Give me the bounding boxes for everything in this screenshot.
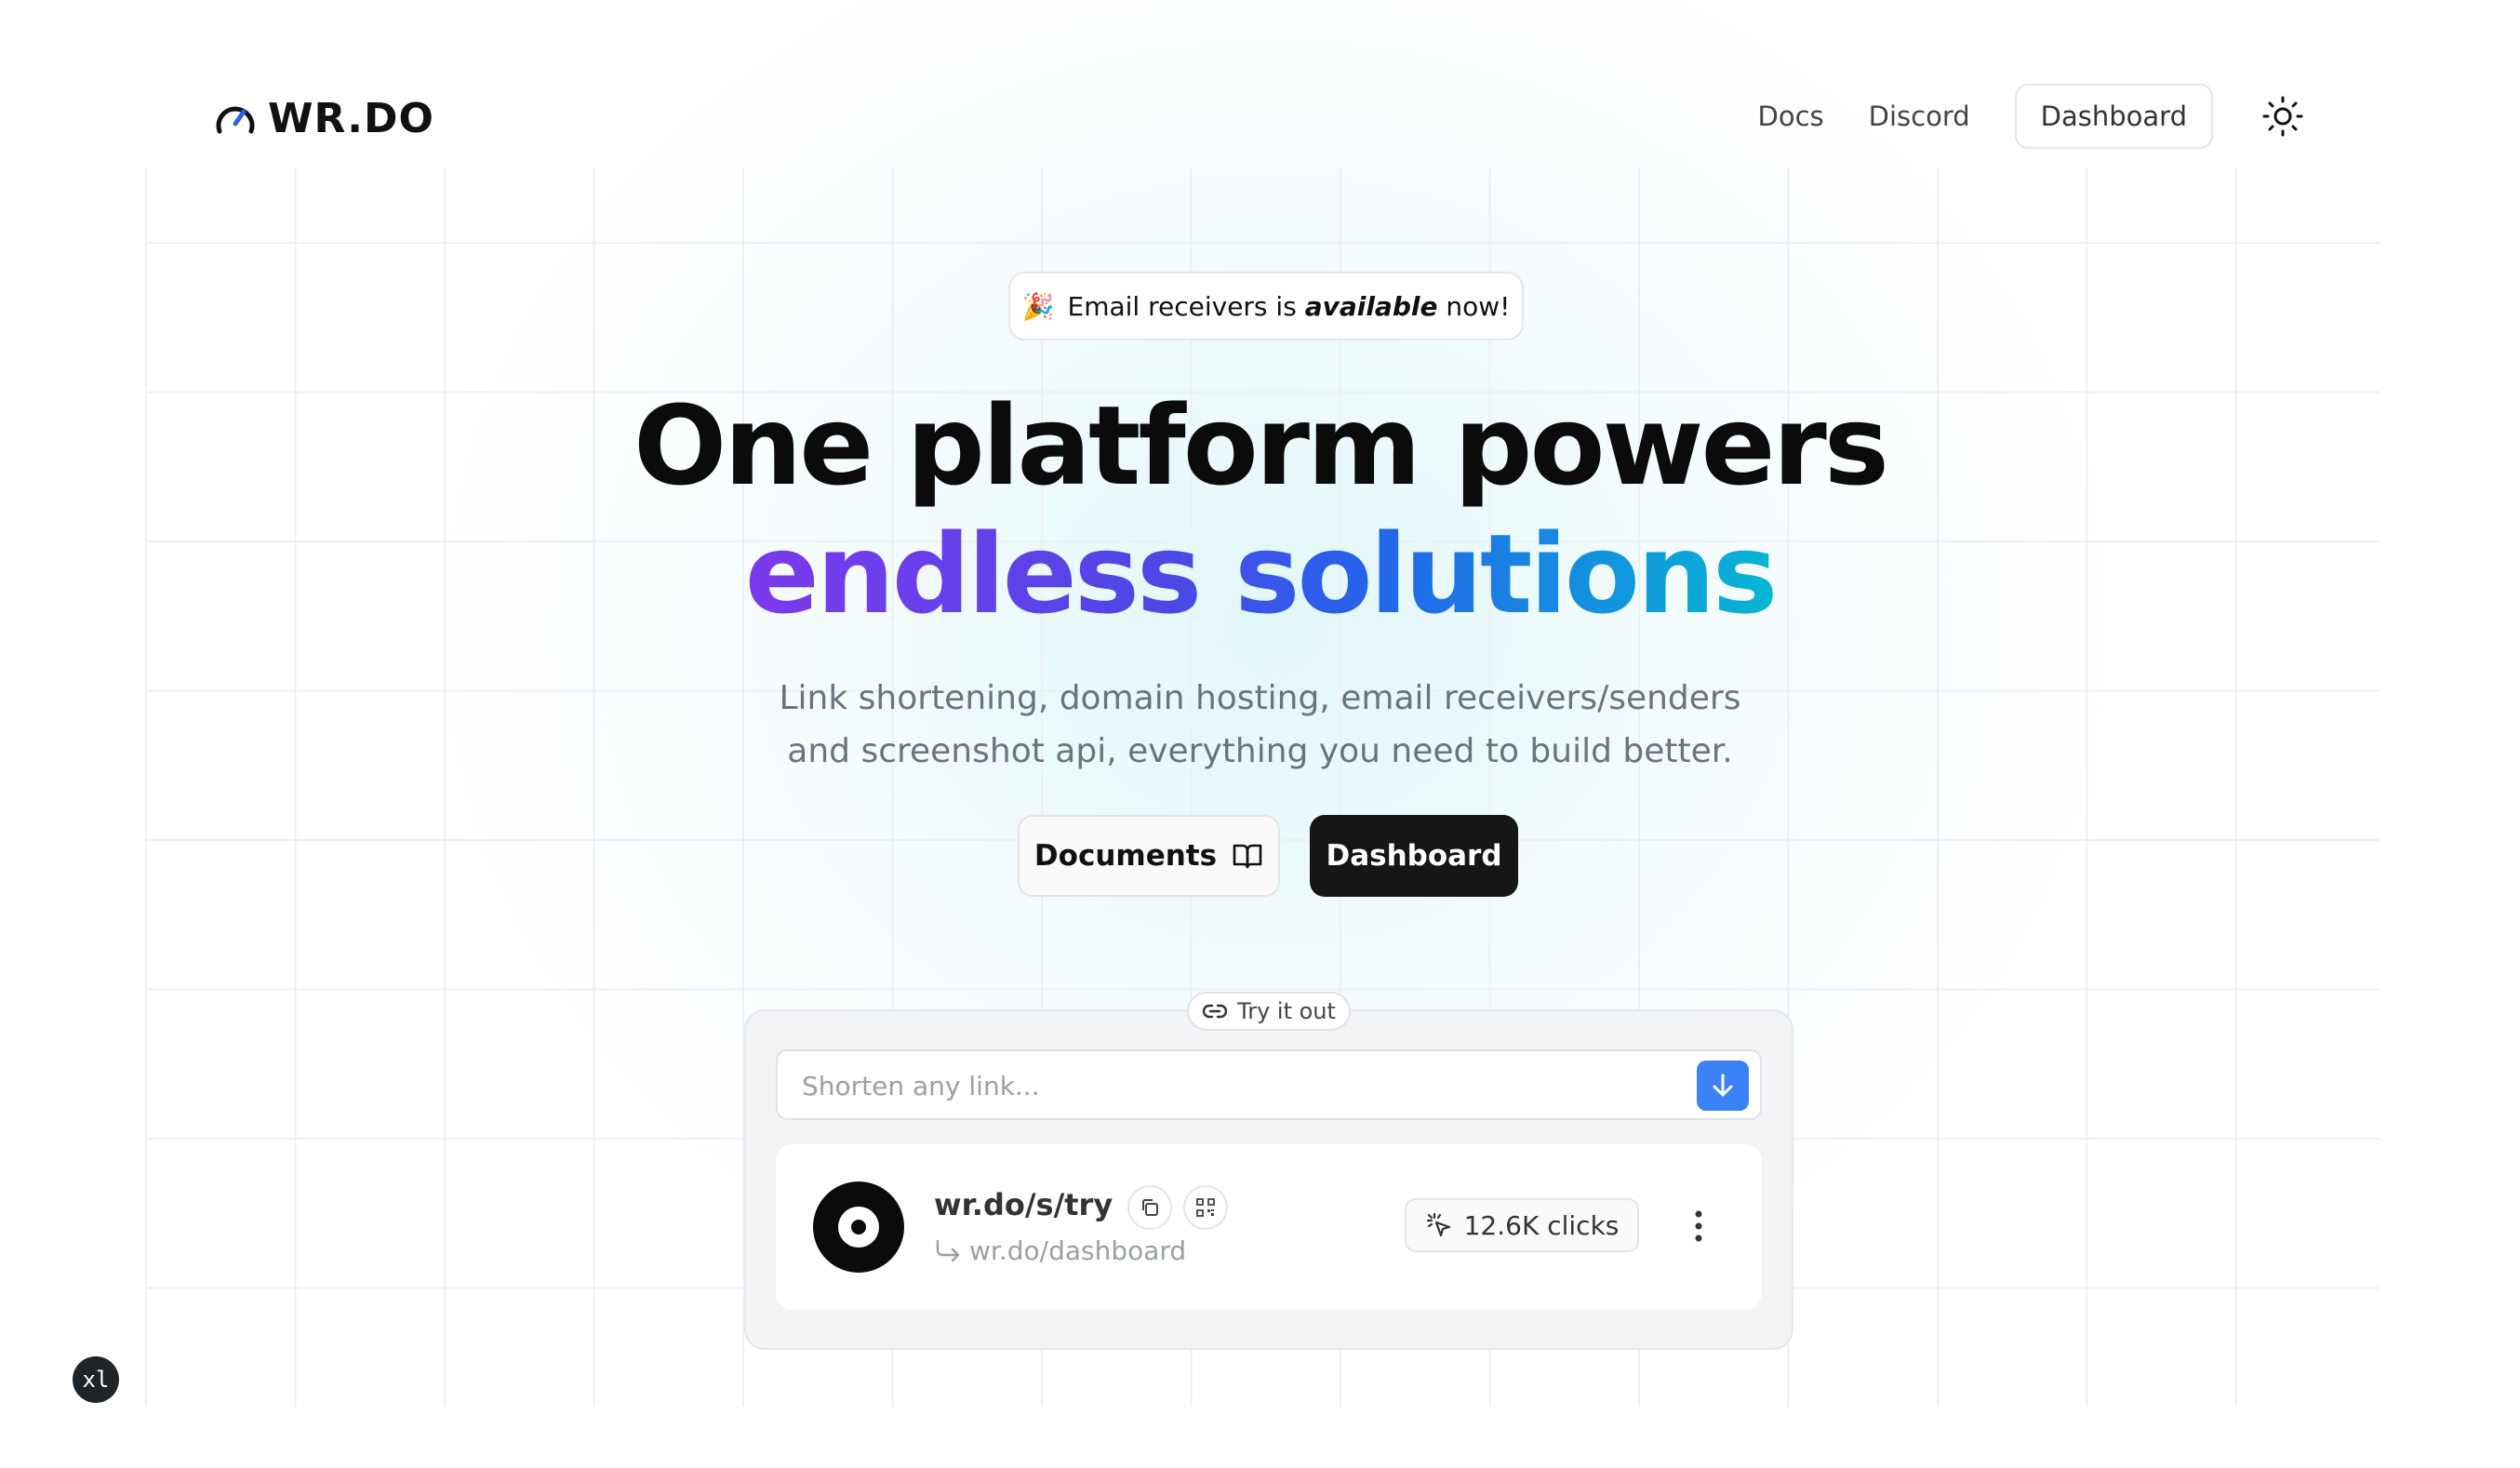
documents-button[interactable]: Documents <box>1018 815 1280 897</box>
breakpoint-indicator-badge: xl <box>73 1356 119 1403</box>
arrow-down-icon <box>1713 1074 1733 1097</box>
announcement-badge[interactable]: 🎉 Email receivers is available now! <box>1008 272 1524 340</box>
copy-button[interactable] <box>1127 1185 1172 1230</box>
shorten-link-field[interactable] <box>776 1049 1762 1120</box>
party-popper-icon: 🎉 <box>1021 290 1055 322</box>
qr-code-button[interactable] <box>1183 1185 1228 1230</box>
short-url-link[interactable]: wr.do/s/try <box>934 1187 1113 1222</box>
copy-icon <box>1142 1199 1158 1216</box>
hero-subtitle: Link shortening, domain hosting, email r… <box>779 679 1741 770</box>
more-options-button[interactable] <box>1680 1204 1717 1248</box>
more-vertical-icon <box>1695 1210 1702 1242</box>
click-count-badge[interactable]: 12.6K clicks <box>1405 1198 1639 1252</box>
top-nav: Docs Discord Dashboard <box>1758 84 2213 149</box>
sun-icon <box>2262 96 2303 137</box>
try-it-out-badge: Try it out <box>1187 992 1351 1031</box>
speedometer-icon <box>216 106 255 133</box>
announcement-text: Email receivers is available now! <box>1067 290 1511 322</box>
qr-code-icon <box>1196 1198 1215 1217</box>
brand-logo[interactable]: WR.DO <box>214 95 434 142</box>
dashboard-button[interactable]: Dashboard <box>1310 815 1518 897</box>
corner-down-right-icon <box>936 1239 960 1261</box>
link-icon <box>1202 1004 1228 1019</box>
shorten-submit-button[interactable] <box>1697 1061 1749 1111</box>
nav-dashboard-button[interactable]: Dashboard <box>2014 84 2213 149</box>
brand-name: WR.DO <box>268 95 434 142</box>
mouse-pointer-click-icon <box>1426 1212 1450 1237</box>
short-link-card: wr.do/s/try wr.do/dashboard 12.6K clicks <box>776 1144 1762 1310</box>
nav-discord-link[interactable]: Discord <box>1869 100 1970 132</box>
nav-docs-link[interactable]: Docs <box>1758 100 1824 132</box>
shorten-link-input[interactable] <box>800 1062 1641 1109</box>
target-url[interactable]: wr.do/dashboard <box>934 1235 1186 1266</box>
link-favicon <box>813 1181 904 1273</box>
theme-toggle-button[interactable] <box>2260 93 2306 140</box>
hero-title-line1: One platform powers <box>633 381 1889 510</box>
book-open-icon <box>1233 844 1262 869</box>
hero-title-line2: endless solutions <box>744 510 1778 638</box>
